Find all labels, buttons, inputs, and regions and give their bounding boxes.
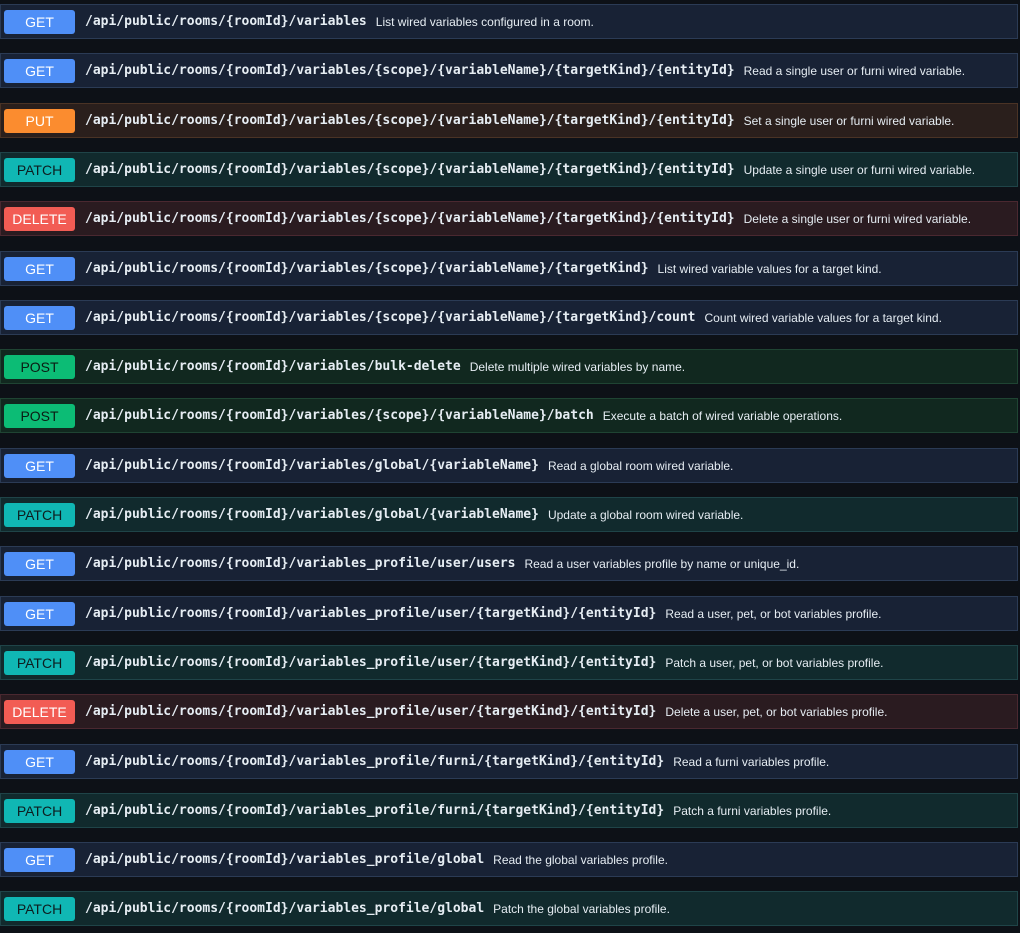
operation-row-patch[interactable]: PATCH/api/public/rooms/{roomId}/variable… [0,793,1018,828]
method-badge: GET [4,58,75,83]
method-badge: DELETE [4,206,75,231]
operation-row-get[interactable]: GET/api/public/rooms/{roomId}/variables_… [0,596,1018,631]
endpoint-summary: Set a single user or furni wired variabl… [743,113,955,128]
operation-row-get[interactable]: GET/api/public/rooms/{roomId}/variables/… [0,53,1018,88]
endpoint-path: /api/public/rooms/{roomId}/variables/{sc… [85,63,735,78]
method-badge: PATCH [4,896,75,921]
endpoint-path: /api/public/rooms/{roomId}/variables_pro… [85,754,665,769]
endpoint-path: /api/public/rooms/{roomId}/variables/bul… [85,359,461,374]
operation-row-get[interactable]: GET/api/public/rooms/{roomId}/variables L… [0,4,1018,39]
operation-row-post[interactable]: POST/api/public/rooms/{roomId}/variables… [0,349,1018,384]
endpoint-path: /api/public/rooms/{roomId}/variables_pro… [85,606,657,621]
method-badge: GET [4,551,75,576]
operation-row-get[interactable]: GET/api/public/rooms/{roomId}/variables/… [0,448,1018,483]
method-badge: GET [4,601,75,626]
endpoint-path: /api/public/rooms/{roomId}/variables/{sc… [85,211,735,226]
operation-row-put[interactable]: PUT/api/public/rooms/{roomId}/variables/… [0,103,1018,138]
operation-row-delete[interactable]: DELETE/api/public/rooms/{roomId}/variabl… [0,694,1018,729]
endpoint-summary: Read the global variables profile. [493,852,668,867]
operations-list: GET/api/public/rooms/{roomId}/variables L… [0,0,1020,933]
endpoint-summary: Read a user, pet, or bot variables profi… [665,606,882,621]
method-badge: PUT [4,108,75,133]
endpoint-path: /api/public/rooms/{roomId}/variables/{sc… [85,408,594,423]
endpoint-path: /api/public/rooms/{roomId}/variables/{sc… [85,113,735,128]
endpoint-summary: Read a global room wired variable. [547,458,734,473]
method-badge: GET [4,453,75,478]
endpoint-path: /api/public/rooms/{roomId}/variables_pro… [85,852,485,867]
endpoint-summary: Execute a batch of wired variable operat… [602,408,843,423]
operation-row-patch[interactable]: PATCH/api/public/rooms/{roomId}/variable… [0,645,1018,680]
operation-row-get[interactable]: GET/api/public/rooms/{roomId}/variables/… [0,251,1018,286]
endpoint-summary: Patch the global variables profile. [493,901,670,916]
operation-row-get[interactable]: GET/api/public/rooms/{roomId}/variables_… [0,546,1018,581]
endpoint-path: /api/public/rooms/{roomId}/variables/{sc… [85,162,735,177]
endpoint-path: /api/public/rooms/{roomId}/variables/{sc… [85,261,649,276]
method-badge: PATCH [4,650,75,675]
operation-row-patch[interactable]: PATCH/api/public/rooms/{roomId}/variable… [0,891,1018,926]
operation-row-patch[interactable]: PATCH/api/public/rooms/{roomId}/variable… [0,497,1018,532]
endpoint-summary: List wired variable values for a target … [657,261,882,276]
endpoint-path: /api/public/rooms/{roomId}/variables/{sc… [85,310,696,325]
method-badge: PATCH [4,502,75,527]
operation-row-patch[interactable]: PATCH/api/public/rooms/{roomId}/variable… [0,152,1018,187]
endpoint-summary: Read a furni variables profile. [673,754,830,769]
operation-row-get[interactable]: GET/api/public/rooms/{roomId}/variables_… [0,744,1018,779]
method-badge: PATCH [4,798,75,823]
endpoint-path: /api/public/rooms/{roomId}/variables [85,14,367,29]
operation-row-get[interactable]: GET/api/public/rooms/{roomId}/variables_… [0,842,1018,877]
operation-row-post[interactable]: POST/api/public/rooms/{roomId}/variables… [0,398,1018,433]
endpoint-path: /api/public/rooms/{roomId}/variables_pro… [85,803,665,818]
method-badge: DELETE [4,699,75,724]
method-badge: POST [4,403,75,428]
method-badge: GET [4,305,75,330]
endpoint-summary: Delete a single user or furni wired vari… [743,211,972,226]
endpoint-path: /api/public/rooms/{roomId}/variables_pro… [85,556,516,571]
operation-row-delete[interactable]: DELETE/api/public/rooms/{roomId}/variabl… [0,201,1018,236]
endpoint-path: /api/public/rooms/{roomId}/variables_pro… [85,704,657,719]
endpoint-summary: List wired variables configured in a roo… [375,14,594,29]
endpoint-path: /api/public/rooms/{roomId}/variables_pro… [85,901,485,916]
operation-row-get[interactable]: GET/api/public/rooms/{roomId}/variables/… [0,300,1018,335]
method-badge: PATCH [4,157,75,182]
endpoint-summary: Read a user variables profile by name or… [524,556,800,571]
endpoint-path: /api/public/rooms/{roomId}/variables/glo… [85,507,539,522]
endpoint-summary: Delete a user, pet, or bot variables pro… [665,704,888,719]
endpoint-summary: Patch a furni variables profile. [673,803,832,818]
endpoint-summary: Update a single user or furni wired vari… [743,162,976,177]
method-badge: GET [4,847,75,872]
endpoint-summary: Read a single user or furni wired variab… [743,63,966,78]
endpoint-summary: Update a global room wired variable. [547,507,744,522]
method-badge: GET [4,9,75,34]
endpoint-summary: Patch a user, pet, or bot variables prof… [665,655,884,670]
endpoint-path: /api/public/rooms/{roomId}/variables/glo… [85,458,539,473]
method-badge: POST [4,354,75,379]
endpoint-summary: Count wired variable values for a target… [704,310,942,325]
endpoint-summary: Delete multiple wired variables by name. [469,359,686,374]
method-badge: GET [4,256,75,281]
method-badge: GET [4,749,75,774]
endpoint-path: /api/public/rooms/{roomId}/variables_pro… [85,655,657,670]
